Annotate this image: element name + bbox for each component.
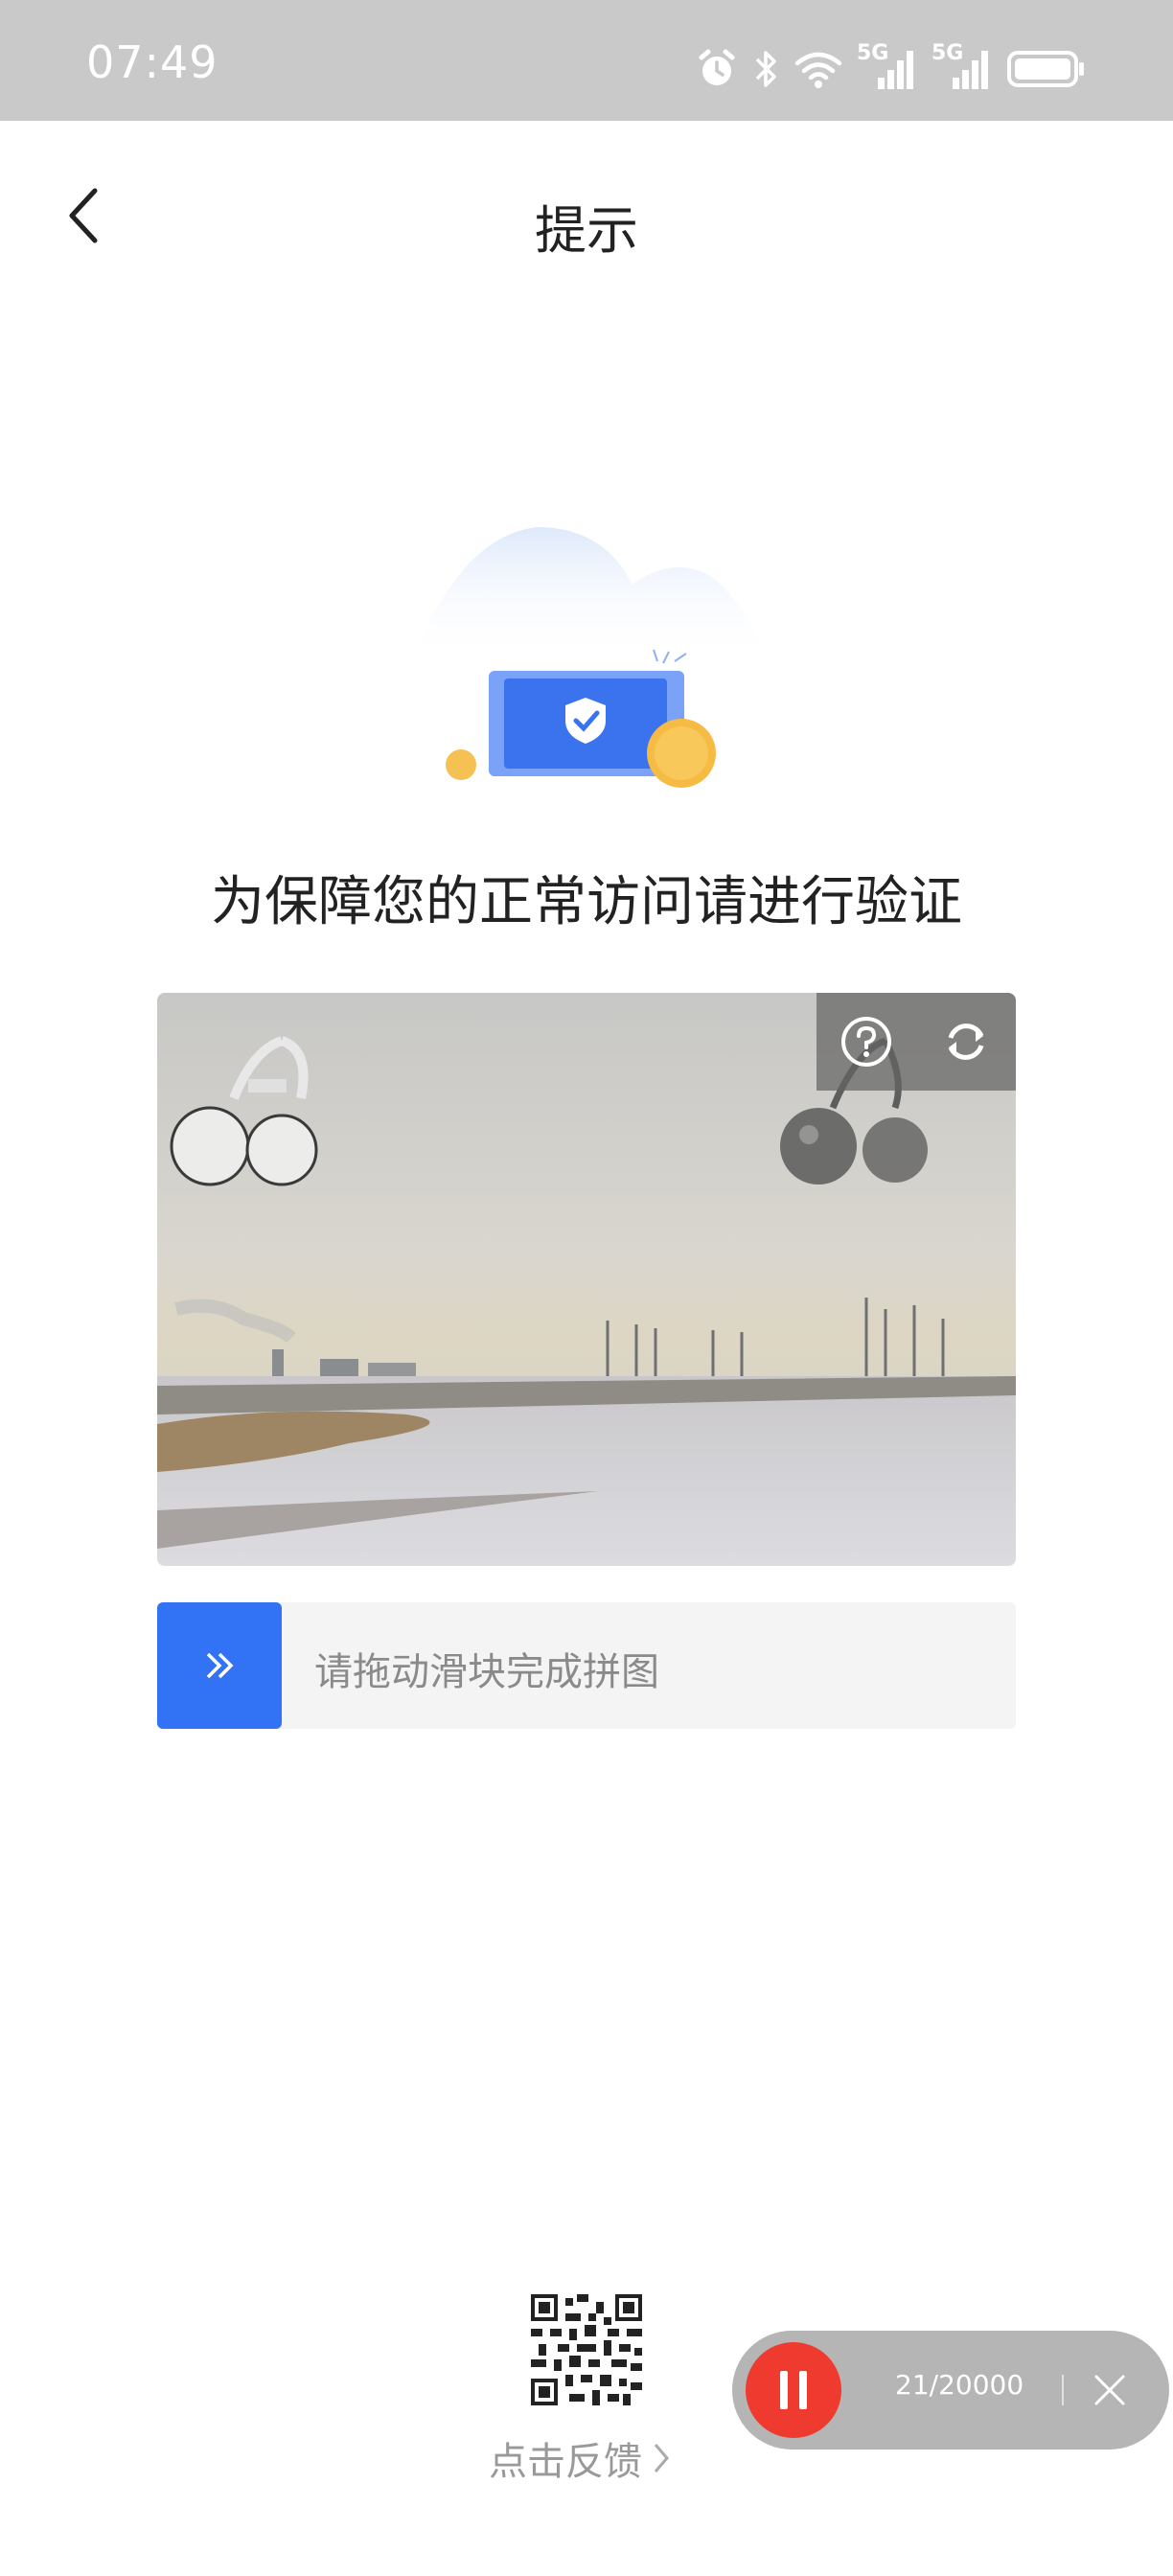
page-title: 提示 (535, 200, 638, 261)
alarm-icon (699, 49, 735, 85)
help-button[interactable] (833, 1008, 900, 1075)
question-circle-icon (841, 1017, 891, 1067)
wifi-icon (794, 52, 842, 88)
puzzle-image (157, 993, 1016, 1566)
recorder-divider (1062, 2375, 1064, 2405)
qr-code-icon[interactable] (531, 2294, 642, 2405)
status-bar: 07:49 5G 5G (0, 0, 1173, 121)
pause-icon (780, 2371, 807, 2409)
slider-track[interactable]: 请拖动滑块完成拼图 (157, 1602, 1016, 1729)
slider-handle[interactable] (157, 1602, 282, 1729)
feedback-link[interactable]: 点击反馈 (489, 2430, 671, 2486)
security-illustration (412, 527, 767, 788)
chevron-right-icon (654, 2444, 669, 2472)
close-icon (1094, 2375, 1125, 2405)
status-time: 07:49 (86, 36, 218, 88)
slider-hint: 请拖动滑块完成拼图 (314, 1650, 659, 1694)
puzzle-tools (816, 993, 1016, 1091)
signal-5g-icon-2: 5G (932, 41, 993, 93)
bluetooth-icon (755, 51, 776, 87)
double-chevron-right-icon (206, 1652, 234, 1679)
status-icons: 5G 5G (696, 40, 1087, 98)
screen-recorder-pill: 21/20000 (732, 2331, 1169, 2450)
feedback-label: 点击反馈 (489, 2440, 642, 2484)
refresh-button[interactable] (932, 1008, 1000, 1075)
battery-icon (1007, 51, 1084, 87)
close-recorder-button[interactable] (1085, 2365, 1135, 2415)
refresh-icon (948, 1024, 984, 1060)
record-counter: 21/20000 (895, 2369, 1024, 2401)
signal-5g-icon: 5G (857, 41, 918, 93)
pause-record-button[interactable] (746, 2342, 841, 2438)
verify-heading: 为保障您的正常访问请进行验证 (211, 871, 962, 933)
